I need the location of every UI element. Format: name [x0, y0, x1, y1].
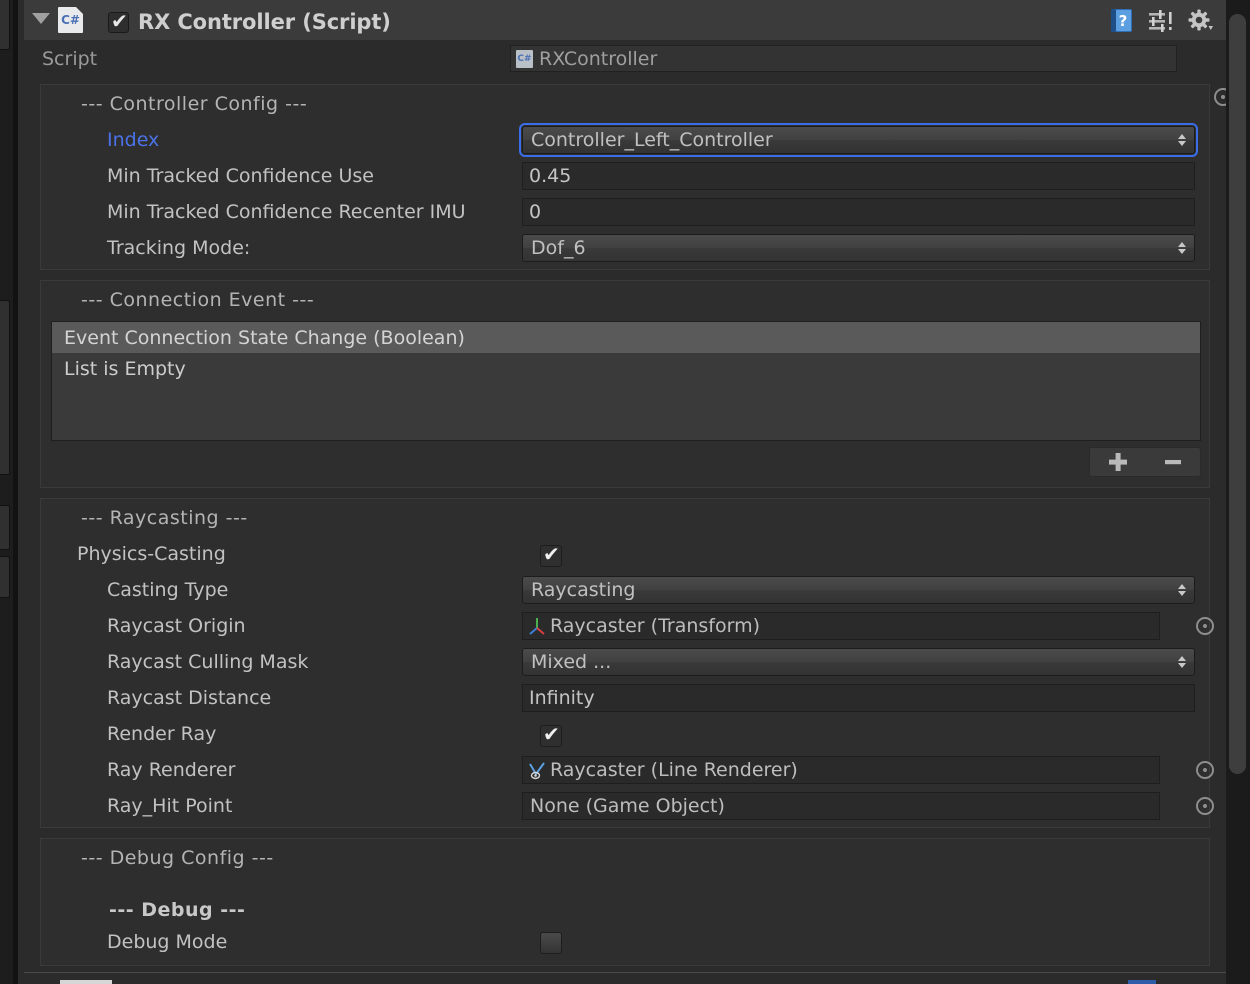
casting-type-dropdown[interactable]: Raycasting [522, 576, 1195, 604]
gear-icon[interactable] [1188, 9, 1213, 33]
foldout-arrow-icon[interactable] [32, 13, 50, 24]
add-event-button[interactable] [1090, 447, 1145, 477]
csharp-script-icon: C# [516, 49, 533, 68]
ray-hit-point-object-field[interactable]: None (Game Object) [522, 792, 1160, 820]
controller-config-section: --- Controller Config --- Index Controll… [40, 84, 1210, 270]
ray-renderer-value: Raycaster (Line Renderer) [550, 759, 798, 781]
line-renderer-icon [529, 762, 545, 780]
min-conf-recenter-value: 0 [529, 201, 542, 223]
next-component-badge [1128, 980, 1156, 984]
transform-gizmo-icon [529, 618, 545, 635]
script-object-field[interactable]: C# RXController [510, 45, 1177, 72]
ray-hit-point-value: None (Game Object) [530, 795, 725, 817]
next-component-strip [24, 972, 1226, 984]
raycast-origin-value: Raycaster (Transform) [550, 615, 760, 637]
physics-casting-checkbox[interactable] [540, 543, 562, 567]
debug-mode-checkbox[interactable] [540, 932, 562, 954]
raycast-origin-object-field[interactable]: Raycaster (Transform) [522, 612, 1160, 640]
inspector-window: C# ✔ RX Controller (Script) ? Script C# … [0, 0, 1250, 984]
script-value: RXController [539, 47, 658, 70]
vertical-scrollbar-thumb[interactable] [1229, 14, 1246, 774]
min-conf-use-input[interactable]: 0.45 [522, 162, 1195, 190]
tracking-mode-dropdown[interactable]: Dof_6 [522, 234, 1195, 262]
ray-renderer-object-picker-icon[interactable] [1196, 761, 1214, 779]
chevron-updown-icon [1178, 134, 1186, 146]
index-label: Index [107, 129, 160, 151]
ray-hit-point-object-picker-icon[interactable] [1196, 797, 1214, 815]
edge-tab [0, 0, 10, 50]
event-list-header: Event Connection State Change (Boolean) [52, 322, 1200, 353]
connection-event-title: --- Connection Event --- [81, 289, 315, 311]
raycast-origin-label: Raycast Origin [107, 615, 246, 637]
casting-type-value: Raycasting [531, 579, 636, 601]
raycast-culling-mask-dropdown[interactable]: Mixed ... [522, 648, 1195, 676]
edge-tab [0, 300, 10, 475]
preset-icon[interactable] [1148, 9, 1174, 32]
raycasting-title: --- Raycasting --- [81, 507, 248, 529]
header-icon-group: ? [1110, 8, 1213, 33]
edge-tab [0, 505, 10, 550]
raycast-origin-object-picker-icon[interactable] [1196, 617, 1214, 635]
tracking-mode-label: Tracking Mode: [107, 237, 251, 259]
component-header[interactable]: C# ✔ RX Controller (Script) ? [24, 0, 1226, 40]
raycast-distance-value: Infinity [529, 687, 595, 709]
index-value: Controller_Left_Controller [531, 129, 773, 151]
event-list-buttons [1089, 447, 1201, 477]
raycast-distance-input[interactable]: Infinity [522, 684, 1195, 712]
next-component-icon [60, 980, 112, 984]
chevron-updown-icon [1178, 584, 1186, 596]
raycast-culling-mask-label: Raycast Culling Mask [107, 651, 309, 673]
event-list-empty-text: List is Empty [64, 358, 186, 380]
script-label: Script [42, 48, 98, 70]
debug-config-section: --- Debug Config --- --- Debug --- Debug… [40, 838, 1210, 966]
min-conf-use-value: 0.45 [529, 165, 572, 187]
svg-text:?: ? [1119, 12, 1128, 30]
debug-subtitle: --- Debug --- [109, 899, 246, 921]
raycast-culling-mask-value: Mixed ... [531, 651, 612, 673]
help-icon[interactable]: ? [1110, 8, 1134, 33]
check-icon: ✔ [111, 9, 128, 33]
index-dropdown[interactable]: Controller_Left_Controller [519, 123, 1198, 157]
script-row: Script C# RXController [24, 40, 1232, 106]
unity-event-list: Event Connection State Change (Boolean) … [51, 321, 1201, 441]
render-ray-label: Render Ray [107, 723, 217, 745]
remove-event-button[interactable] [1145, 447, 1200, 477]
raycasting-section: --- Raycasting --- Physics-Casting Casti… [40, 498, 1214, 828]
min-conf-recenter-input[interactable]: 0 [522, 198, 1195, 226]
csharp-script-icon: C# [58, 7, 83, 33]
connection-event-section: --- Connection Event --- Event Connectio… [40, 280, 1210, 488]
ray-renderer-object-field[interactable]: Raycaster (Line Renderer) [522, 756, 1160, 784]
casting-type-label: Casting Type [107, 579, 229, 601]
debug-mode-label: Debug Mode [107, 931, 228, 953]
minus-icon [1164, 460, 1181, 465]
tracking-mode-value: Dof_6 [531, 237, 586, 259]
ray-renderer-label: Ray Renderer [107, 759, 236, 781]
left-edge-tabs [0, 0, 13, 984]
ray-hit-point-label: Ray_Hit Point [107, 795, 233, 817]
render-ray-checkbox[interactable] [540, 723, 562, 747]
chevron-updown-icon [1178, 242, 1186, 254]
min-conf-use-label: Min Tracked Confidence Use [107, 165, 374, 187]
controller-config-title: --- Controller Config --- [81, 93, 308, 115]
min-conf-recenter-label: Min Tracked Confidence Recenter IMU [107, 201, 466, 223]
component-title: RX Controller (Script) [138, 10, 391, 34]
plus-icon [1108, 453, 1127, 471]
edge-tab [0, 556, 10, 598]
physics-casting-label: Physics-Casting [77, 543, 226, 565]
inspector-panel: C# ✔ RX Controller (Script) ? Script C# … [24, 0, 1232, 984]
component-enabled-checkbox[interactable]: ✔ [108, 9, 129, 33]
chevron-updown-icon [1178, 656, 1186, 668]
debug-config-title: --- Debug Config --- [81, 847, 274, 869]
raycast-distance-label: Raycast Distance [107, 687, 272, 709]
